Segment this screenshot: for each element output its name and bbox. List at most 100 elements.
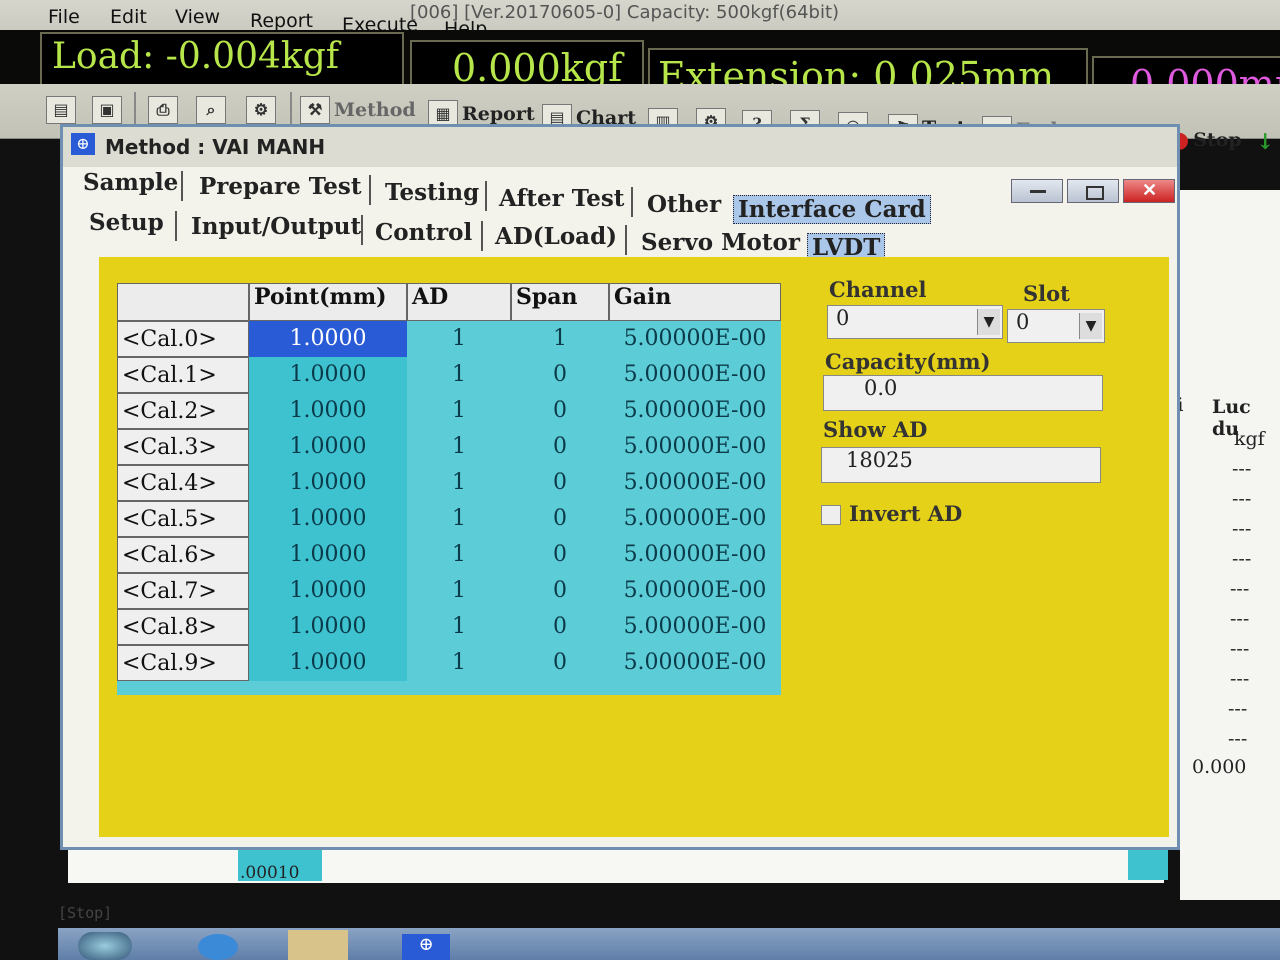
tab-servo-motor[interactable]: Servo Motor xyxy=(641,229,800,256)
channel-select[interactable]: 0 ▼ xyxy=(827,305,1003,339)
tab-divider xyxy=(175,211,177,241)
tab-divider xyxy=(631,187,633,217)
span-cell[interactable]: 0 xyxy=(511,573,609,609)
tab-ad-load[interactable]: AD(Load) xyxy=(495,223,617,250)
chevron-down-icon[interactable]: ▼ xyxy=(977,309,1000,335)
browser-icon[interactable] xyxy=(198,934,238,960)
ad-cell[interactable]: 1 xyxy=(407,537,511,573)
print-button[interactable]: ⎙ xyxy=(148,94,178,126)
row-header: <Cal.8> xyxy=(117,609,249,645)
tab-testing[interactable]: Testing xyxy=(385,179,479,206)
span-cell[interactable]: 0 xyxy=(511,537,609,573)
stop-button[interactable]: ●Stop xyxy=(1170,124,1242,156)
ad-cell[interactable]: 1 xyxy=(407,573,511,609)
method-button[interactable]: ⚒ Method xyxy=(300,94,416,126)
tab-divider xyxy=(361,215,363,245)
lvdt-panel: Point(mm) AD Span Gain <Cal.0> 1.0000 1 1 5.… xyxy=(99,257,1169,837)
load-display: Load: -0.004kgf xyxy=(40,32,404,86)
menu-report[interactable]: Report xyxy=(250,10,313,32)
invert-ad-label: Invert AD xyxy=(849,501,963,526)
gain-cell[interactable]: 5.00000E-00 xyxy=(609,609,781,645)
close-button[interactable]: ✕ xyxy=(1123,179,1175,203)
gain-cell[interactable]: 5.00000E-00 xyxy=(609,321,781,357)
row-header: <Cal.0> xyxy=(117,321,249,357)
minimize-button[interactable] xyxy=(1011,179,1063,203)
chevron-down-icon[interactable]: ▼ xyxy=(1079,313,1102,339)
point-cell[interactable]: 1.0000 xyxy=(249,573,407,609)
gain-cell[interactable]: 5.00000E-00 xyxy=(609,537,781,573)
row-header: <Cal.1> xyxy=(117,357,249,393)
window-title: [006] [Ver.20170605-0] Capacity: 500kgf(… xyxy=(410,2,840,23)
point-cell[interactable]: 1.0000 xyxy=(249,501,407,537)
point-cell[interactable]: 1.0000 xyxy=(249,537,407,573)
gain-cell[interactable]: 5.00000E-00 xyxy=(609,429,781,465)
folder-icon[interactable] xyxy=(288,930,348,960)
point-cell[interactable]: 1.0000 xyxy=(249,645,407,681)
tab-other[interactable]: Other xyxy=(647,191,721,218)
gain-cell[interactable]: 5.00000E-00 xyxy=(609,393,781,429)
point-cell[interactable]: 1.0000 xyxy=(249,321,407,357)
show-ad-field: 18025 xyxy=(821,447,1101,483)
tab-interface-card[interactable]: Interface Card xyxy=(733,195,931,224)
ad-cell[interactable]: 1 xyxy=(407,501,511,537)
point-cell[interactable]: 1.0000 xyxy=(249,429,407,465)
point-cell[interactable]: 1.0000 xyxy=(249,393,407,429)
tab-divider xyxy=(481,221,483,251)
settings-button[interactable]: ⚙ xyxy=(246,94,276,126)
span-cell[interactable]: 1 xyxy=(511,321,609,357)
span-cell[interactable]: 0 xyxy=(511,501,609,537)
tab-prepare-test[interactable]: Prepare Test xyxy=(199,173,361,200)
app-icon: ⊕ xyxy=(71,133,95,155)
open-button[interactable]: ▤ xyxy=(46,94,76,126)
status-text: [Stop] xyxy=(58,904,113,922)
tab-input-output[interactable]: Input/Output xyxy=(191,213,361,240)
span-cell[interactable]: 0 xyxy=(511,393,609,429)
app-taskbar-icon[interactable]: ⊕ xyxy=(402,934,450,960)
span-cell[interactable]: 0 xyxy=(511,465,609,501)
dialog-title: Method : VAI MANH xyxy=(105,135,326,159)
gain-cell[interactable]: 5.00000E-00 xyxy=(609,573,781,609)
menu-view[interactable]: View xyxy=(175,6,220,28)
gain-cell[interactable]: 5.00000E-00 xyxy=(609,501,781,537)
gain-cell[interactable]: 5.00000E-00 xyxy=(609,357,781,393)
ad-cell[interactable]: 1 xyxy=(407,609,511,645)
tab-sample[interactable]: Sample xyxy=(83,169,178,196)
menu-file[interactable]: File xyxy=(48,6,80,28)
down-button[interactable]: ↓ xyxy=(1256,126,1274,158)
span-cell[interactable]: 0 xyxy=(511,357,609,393)
span-cell[interactable]: 0 xyxy=(511,645,609,681)
gain-cell[interactable]: 5.00000E-00 xyxy=(609,645,781,681)
cell-dash: --- xyxy=(1232,548,1252,570)
capacity-value: 0.0 xyxy=(864,376,898,400)
capacity-field[interactable]: 0.0 xyxy=(823,375,1103,411)
slot-value: 0 xyxy=(1016,310,1030,334)
ad-cell[interactable]: 1 xyxy=(407,429,511,465)
slot-select[interactable]: 0 ▼ xyxy=(1007,309,1105,343)
span-cell[interactable]: 0 xyxy=(511,609,609,645)
tab-setup[interactable]: Setup xyxy=(89,209,164,236)
span-cell[interactable]: 0 xyxy=(511,429,609,465)
ad-cell[interactable]: 1 xyxy=(407,645,511,681)
search-button[interactable]: ⌕ xyxy=(196,94,226,126)
menu-edit[interactable]: Edit xyxy=(110,6,147,28)
start-icon[interactable] xyxy=(78,932,132,960)
method-label: Method xyxy=(334,99,416,121)
point-cell[interactable]: 1.0000 xyxy=(249,357,407,393)
gain-cell[interactable]: 5.00000E-00 xyxy=(609,465,781,501)
maximize-icon xyxy=(1086,186,1104,200)
ad-cell[interactable]: 1 xyxy=(407,465,511,501)
invert-ad-checkbox[interactable] xyxy=(821,505,841,525)
point-cell[interactable]: 1.0000 xyxy=(249,465,407,501)
ad-cell[interactable]: 1 xyxy=(407,357,511,393)
row-header: <Cal.5> xyxy=(117,501,249,537)
ad-cell[interactable]: 1 xyxy=(407,321,511,357)
row-header: <Cal.7> xyxy=(117,573,249,609)
maximize-button[interactable] xyxy=(1067,179,1119,203)
tab-after-test[interactable]: After Test xyxy=(499,185,624,212)
bottom-graph: .00010 xyxy=(68,848,1164,883)
tab-control[interactable]: Control xyxy=(375,219,472,246)
method-dialog: ⊕ Method : VAI MANH ✕ Sample Prepare Tes… xyxy=(60,124,1180,850)
save-button[interactable]: ▣ xyxy=(92,94,122,126)
point-cell[interactable]: 1.0000 xyxy=(249,609,407,645)
ad-cell[interactable]: 1 xyxy=(407,393,511,429)
